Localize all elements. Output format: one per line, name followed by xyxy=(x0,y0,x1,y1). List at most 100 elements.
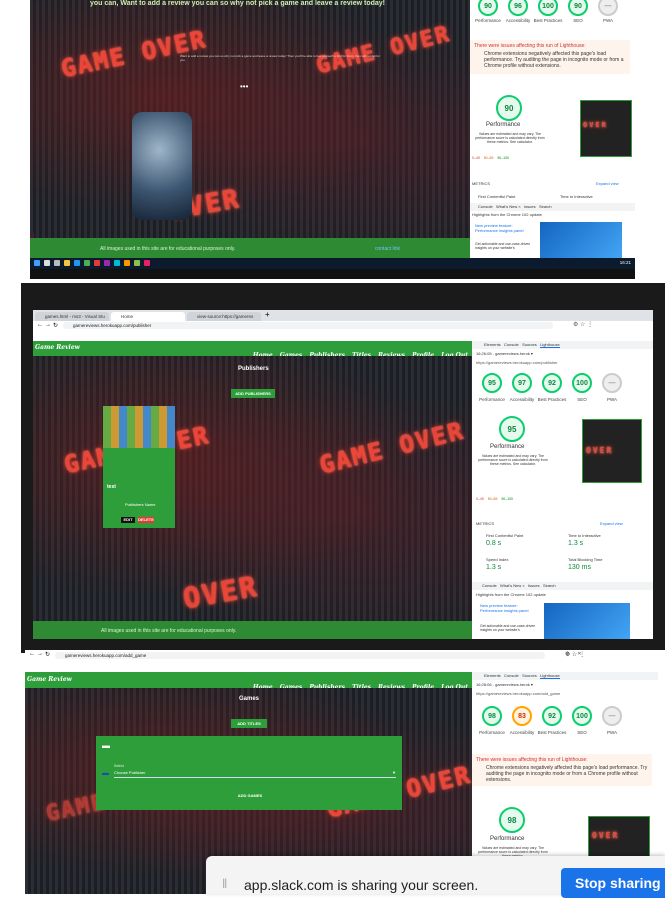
page-title: Publishers xyxy=(238,366,269,372)
score-gauge-best-practices: 100 xyxy=(538,0,558,16)
address-bar[interactable]: gamereviews.herokuapp.com/add_game xyxy=(55,652,545,659)
metrics-header: METRICS xyxy=(472,181,490,186)
brand-logo[interactable]: Game Review xyxy=(35,344,80,351)
devtools-tabs: Elements Console Sources Lighthouse xyxy=(472,672,658,680)
devtools-toolbar-icons[interactable]: ⚙ ⋮ ✕ xyxy=(565,651,581,657)
tab-console[interactable]: Console xyxy=(478,204,493,209)
score-gauge-best-practices: 92 xyxy=(542,706,562,726)
app-icon[interactable] xyxy=(84,260,90,266)
promo-link[interactable]: New preview feature: Performance insight… xyxy=(480,603,538,613)
score-gauge-pwa: — xyxy=(602,706,622,726)
search-icon[interactable] xyxy=(44,260,50,266)
new-tab-icon[interactable]: + xyxy=(265,310,270,319)
tab-sources[interactable]: Sources xyxy=(522,342,537,347)
chevron-down-icon[interactable]: ▼ xyxy=(392,770,396,775)
devtools-panel: Elements Console Sources Lighthouse 16:2… xyxy=(472,341,653,639)
address-bar[interactable]: gamereviews.herokuapp.com/publisher xyxy=(63,322,553,329)
app-icon[interactable] xyxy=(124,260,130,266)
performance-gauge-large: 95 xyxy=(499,416,525,442)
forward-icon[interactable]: → xyxy=(45,322,51,328)
report-selector[interactable]: 16:26:05 - gamereviews.herok ▾ xyxy=(476,351,533,356)
reload-icon[interactable]: ↻ xyxy=(45,651,50,658)
tab-sources[interactable]: Sources xyxy=(522,673,537,678)
tab-whats-new[interactable]: What's New × xyxy=(500,583,525,588)
hero-body-text: Want to add a review you can so why not … xyxy=(180,54,380,62)
app-icon[interactable] xyxy=(104,260,110,266)
start-icon[interactable] xyxy=(34,260,40,266)
console-drawer-tabs[interactable]: Console What's New × Issues Search xyxy=(472,582,653,590)
console-drawer-tabs[interactable]: Console What's New × Issues Search xyxy=(470,203,635,211)
tab-issues[interactable]: Issues xyxy=(528,583,540,588)
tab-console[interactable]: Console xyxy=(504,342,519,347)
folder-icon: ▬ xyxy=(102,770,109,777)
score-legend: 0–49 50–89 90–100 xyxy=(472,156,509,160)
tab-elements[interactable]: Elements xyxy=(484,342,501,347)
app-icon[interactable] xyxy=(134,260,140,266)
score-label: Best Practices xyxy=(533,18,563,23)
brand-logo[interactable]: Game Review xyxy=(27,676,72,683)
add-titles-button[interactable]: ADD TITLES xyxy=(231,719,267,728)
back-icon[interactable]: ← xyxy=(29,651,35,657)
card-title: test xyxy=(107,484,116,490)
score-label: Accessibility xyxy=(509,730,535,735)
expand-view-link[interactable]: Expand view xyxy=(600,521,623,526)
score-gauge-performance: 98 xyxy=(482,706,502,726)
score-gauge-seo: 100 xyxy=(572,706,592,726)
back-icon[interactable]: ← xyxy=(37,322,43,328)
edit-button[interactable]: EDIT xyxy=(121,517,135,523)
tab-issues[interactable]: Issues xyxy=(524,204,536,209)
add-publishers-button[interactable]: ADD PUBLISHERS xyxy=(231,389,275,398)
tab-search[interactable]: Search xyxy=(539,204,552,209)
score-label: SEO xyxy=(573,18,583,23)
page-thumbnail: OVER xyxy=(580,100,632,157)
extensions-icon[interactable]: ⚙ ☆ ⋮ xyxy=(573,321,593,328)
app-icon[interactable] xyxy=(74,260,80,266)
devtools-tabs: Elements Console Sources Lighthouse xyxy=(472,341,653,349)
tab-lighthouse[interactable]: Lighthouse xyxy=(540,342,560,348)
metric-value: 0.8 s xyxy=(486,540,502,547)
page-title: Games xyxy=(239,696,260,702)
score-label: SEO xyxy=(577,397,587,402)
led-text-bottom: OVER xyxy=(180,569,261,616)
publisher-select[interactable]: Choose Publisher xyxy=(114,770,396,778)
promo-text: Get actionable and use-case-driven insig… xyxy=(480,624,536,632)
browser-tab[interactable]: games.html - ms3 - Visual Stu xyxy=(35,312,109,321)
score-label: Accessibility xyxy=(509,397,535,402)
footer-text: All images used in this site are for edu… xyxy=(100,246,236,252)
warning-text: Chrome extensions negatively affected th… xyxy=(486,765,648,783)
add-games-button[interactable]: ADD GAMES xyxy=(230,791,270,800)
led-text-right: GAME OVER xyxy=(316,416,468,480)
performance-gauge-large: 98 xyxy=(499,807,525,833)
highlights-title: Highlights from the Chrome 102 update xyxy=(476,592,546,597)
screen-share-bar: ‖ app.slack.com is sharing your screen. … xyxy=(206,856,665,898)
footer-link[interactable]: contact link xyxy=(375,246,400,252)
tab-whats-new[interactable]: What's New × xyxy=(496,204,521,209)
browser-tab[interactable]: view-source:https://gameres xyxy=(187,312,261,321)
delete-button[interactable]: DELETE xyxy=(138,517,154,523)
app-icon[interactable] xyxy=(114,260,120,266)
report-selector[interactable]: 16:28:06 - gamereviews.herok ▾ xyxy=(476,682,533,687)
app-icon[interactable] xyxy=(144,260,150,266)
promo-link[interactable]: New preview feature: Performance insight… xyxy=(475,223,535,233)
lighthouse-panel: 90 96 100 90 — Performance Accessibility… xyxy=(470,0,635,258)
reload-icon[interactable]: ↻ xyxy=(53,322,58,329)
tab-console[interactable]: Console xyxy=(482,583,497,588)
app-icon[interactable] xyxy=(64,260,70,266)
highlights-title: Highlights from the Chrome 102 update xyxy=(472,212,542,217)
screenshot-1: you can, Want to add a review you can so… xyxy=(30,0,635,279)
expand-view-link[interactable]: Expand view xyxy=(596,181,619,186)
metric-label: Total Blocking Time xyxy=(568,557,603,562)
publisher-card: test Publishers Name EDIT DELETE xyxy=(103,406,175,528)
app-icon[interactable] xyxy=(94,260,100,266)
forward-icon[interactable]: → xyxy=(37,651,43,657)
clock[interactable]: 16:21 xyxy=(620,260,631,265)
tab-console[interactable]: Console xyxy=(504,673,519,678)
tab-elements[interactable]: Elements xyxy=(484,673,501,678)
browser-tab-active[interactable]: Home xyxy=(111,312,185,321)
drag-handle-icon[interactable]: ‖ xyxy=(222,876,227,891)
taskview-icon[interactable] xyxy=(54,260,60,266)
tab-search[interactable]: Search xyxy=(543,583,556,588)
score-gauge-seo: 90 xyxy=(568,0,588,16)
tab-lighthouse[interactable]: Lighthouse xyxy=(540,673,560,679)
more-dots-icon[interactable]: ••• xyxy=(240,82,248,91)
